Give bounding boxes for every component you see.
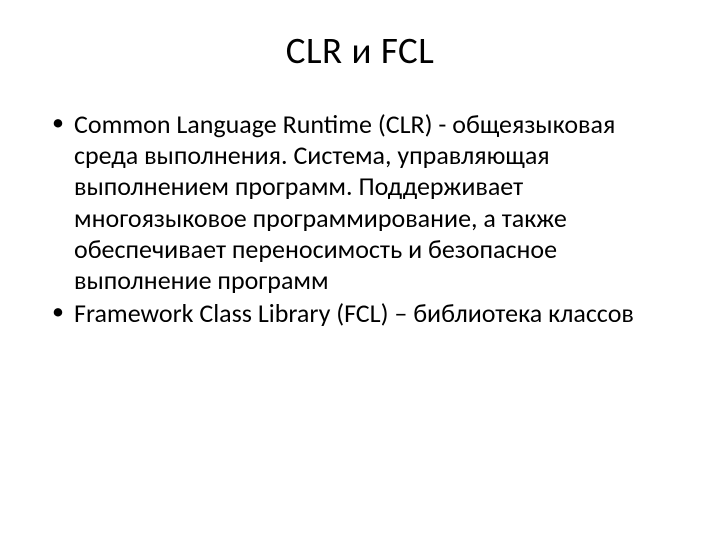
list-item: Framework Class Library (FCL) – библиоте… [48,298,680,329]
slide-content: Common Language Runtime (CLR) - общеязык… [40,109,680,329]
list-item: Common Language Runtime (CLR) - общеязык… [48,109,680,296]
bullet-list: Common Language Runtime (CLR) - общеязык… [48,109,680,329]
slide-title: CLR и FCL [40,28,680,73]
